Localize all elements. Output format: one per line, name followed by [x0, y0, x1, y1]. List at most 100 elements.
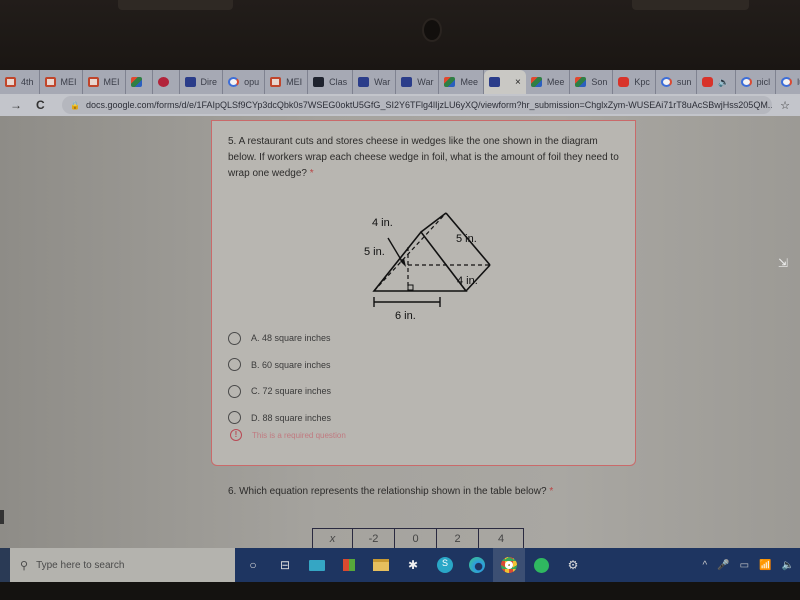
- mei-favicon-icon: [5, 77, 16, 87]
- right-angle-mark: [407, 284, 414, 291]
- required-asterisk: *: [309, 168, 314, 179]
- browser-tab[interactable]: Mee: [439, 70, 484, 94]
- tab-label: War: [374, 77, 391, 87]
- tab-label: Mee: [460, 77, 478, 87]
- required-asterisk: *: [549, 486, 554, 497]
- meet-favicon-icon: [575, 77, 587, 87]
- file-explorer-icon[interactable]: [365, 548, 397, 582]
- store-icon[interactable]: [333, 548, 365, 582]
- wifi-icon[interactable]: 📶: [759, 560, 771, 571]
- radio-button[interactable]: [228, 331, 241, 345]
- browser-tab[interactable]: lum: [776, 70, 800, 94]
- tab-label: Clas: [329, 77, 348, 87]
- red-favicon-icon: [157, 77, 169, 87]
- g-favicon-icon: [660, 77, 672, 87]
- radio-button[interactable]: [228, 384, 241, 398]
- task-view-icon[interactable]: ⊟: [269, 548, 301, 582]
- meet-favicon-icon: [444, 77, 456, 87]
- question-5-label: 5. A restaurant cuts and stores cheese i…: [228, 136, 619, 179]
- option-a[interactable]: A. 48 square inches: [228, 325, 331, 352]
- g-favicon-icon: [228, 77, 240, 87]
- option-d[interactable]: D. 88 square inches: [228, 405, 331, 432]
- mail-icon[interactable]: [301, 548, 333, 582]
- start-button[interactable]: [0, 548, 10, 582]
- question-6-text: 6. Which equation represents the relatio…: [228, 486, 553, 497]
- tab-label: 🔈: [718, 76, 730, 87]
- bookmark-star-icon[interactable]: ☆: [780, 99, 790, 112]
- skype-icon[interactable]: S: [429, 548, 461, 582]
- tab-active[interactable]: ×: [483, 70, 526, 94]
- browser-tab[interactable]: Kpc: [613, 70, 656, 94]
- option-c[interactable]: C. 72 square inches: [228, 378, 331, 405]
- search-placeholder: Type here to search: [36, 559, 125, 571]
- forward-button[interactable]: →: [10, 98, 26, 112]
- reload-button[interactable]: C: [36, 98, 52, 112]
- option-label: A. 48 square inches: [251, 333, 331, 344]
- label-bottom: 6 in.: [395, 310, 416, 321]
- microphone-icon[interactable]: 🎤: [717, 560, 729, 571]
- cortana-icon[interactable]: ○: [237, 548, 269, 582]
- browser-tab[interactable]: Clas: [308, 70, 354, 94]
- table-row: x -2 0 2 4: [312, 528, 524, 549]
- doc-favicon-icon: [401, 77, 413, 87]
- browser-tab[interactable]: [126, 70, 153, 94]
- taskbar-search[interactable]: ⚲ Type here to search: [0, 548, 235, 582]
- browser-tab[interactable]: 4th: [0, 70, 40, 94]
- show-hidden-icons-icon[interactable]: ^: [702, 560, 707, 571]
- browser-tab[interactable]: War: [396, 70, 440, 94]
- question-5-text: 5. A restaurant cuts and stores cheese i…: [228, 134, 623, 182]
- question-card-5: 5. A restaurant cuts and stores cheese i…: [211, 120, 636, 466]
- radio-button[interactable]: [228, 411, 241, 425]
- answer-options: A. 48 square inches B. 60 square inches …: [228, 325, 331, 431]
- browser-tab[interactable]: MEI: [83, 70, 126, 94]
- browser-tab[interactable]: War: [353, 70, 397, 94]
- lock-icon: 🔒: [70, 100, 80, 110]
- top-edge: [420, 212, 447, 233]
- tab-label: MEI: [103, 77, 120, 87]
- browser-tab[interactable]: picl: [736, 70, 777, 94]
- browser-tab[interactable]: 🔈: [697, 70, 736, 94]
- chrome-icon[interactable]: [493, 548, 525, 582]
- edge-icon[interactable]: [461, 548, 493, 582]
- browser-tab[interactable]: Son: [570, 70, 614, 94]
- table-cell: x: [312, 528, 353, 549]
- windows-taskbar: ⚲ Type here to search ○ ⊟ ✱ S ⚙ ^ 🎤 ▭ 📶 …: [0, 548, 800, 582]
- cheese-wedge-diagram: 4 in. 5 in. 5 in. 4 in. 6 in.: [364, 212, 491, 321]
- front-triangle: [372, 230, 468, 292]
- browser-tab[interactable]: Dire: [180, 70, 224, 94]
- option-b[interactable]: B. 60 square inches: [228, 352, 331, 379]
- label-left: 5 in.: [364, 246, 385, 258]
- browser-tab[interactable]: MEI: [40, 70, 83, 94]
- browser-tab[interactable]: [153, 70, 180, 94]
- battery-icon[interactable]: ▭: [740, 560, 749, 571]
- tab-label: Mee: [546, 77, 565, 87]
- mei-favicon-icon: [87, 77, 99, 87]
- screen: 4th MEI MEI Dire opu MEI Clas War War Mee × Mee Son K…: [0, 70, 800, 582]
- url-field[interactable]: 🔒 docs.google.com/forms/d/e/1FAIpQLSf9CY…: [62, 96, 773, 114]
- webcam: [422, 18, 442, 42]
- tab-label: sun: [676, 77, 692, 87]
- taskbar-apps: ○ ⊟ ✱ S ⚙ ^ 🎤 ▭ 📶 🔈: [235, 548, 800, 582]
- game-app-icon[interactable]: ✱: [397, 548, 429, 582]
- browser-tab[interactable]: Mee: [526, 70, 571, 94]
- meet-favicon-icon: [130, 77, 142, 87]
- doc-favicon-icon: [488, 77, 500, 87]
- system-tray: ^ 🎤 ▭ 📶 🔈: [702, 560, 800, 571]
- browser-tab[interactable]: sun: [656, 70, 698, 94]
- mei-favicon-icon: [44, 77, 56, 87]
- table-cell: 2: [436, 528, 479, 549]
- browser-tab[interactable]: MEI: [265, 70, 309, 94]
- search-icon: ⚲: [20, 559, 29, 572]
- label-right: 4 in.: [457, 275, 478, 287]
- browser-tab[interactable]: opu: [223, 70, 266, 94]
- tab-label: MEI: [286, 77, 303, 87]
- table-cell: 4: [478, 528, 524, 549]
- settings-icon[interactable]: ⚙: [557, 548, 589, 582]
- option-label: C. 72 square inches: [251, 386, 332, 397]
- volume-icon[interactable]: 🔈: [782, 560, 794, 571]
- tab-label: 4th: [21, 77, 34, 87]
- radio-button[interactable]: [228, 358, 241, 372]
- close-tab-icon[interactable]: ×: [515, 77, 521, 88]
- doc-favicon-icon: [358, 77, 370, 87]
- spotify-icon[interactable]: [525, 548, 557, 582]
